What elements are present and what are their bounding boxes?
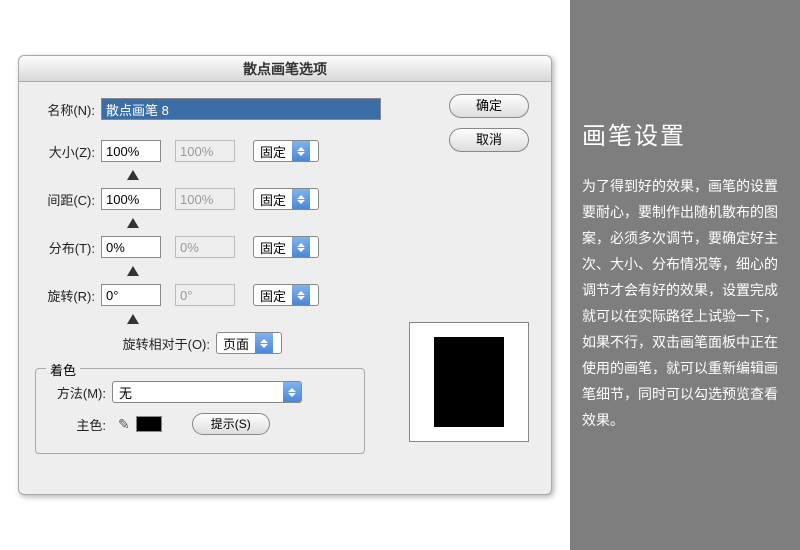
slider-thumb-icon bbox=[127, 314, 139, 324]
rotate-relative-select[interactable]: 页面 bbox=[216, 332, 282, 354]
slider-thumb-icon bbox=[127, 218, 139, 228]
method-row: 方法(M): 无 bbox=[46, 379, 354, 405]
rotation-mode-select[interactable]: 固定 bbox=[253, 284, 319, 306]
scatter-slider[interactable] bbox=[103, 266, 163, 278]
scatter-brush-options-dialog: 散点画笔选项 确定 取消 名称(N): 大小(Z): 固定 间距(C): bbox=[18, 55, 552, 495]
spacing-mode-value: 固定 bbox=[254, 190, 292, 209]
dropdown-arrow-icon bbox=[292, 285, 310, 305]
method-select[interactable]: 无 bbox=[112, 381, 302, 403]
size-label: 大小(Z): bbox=[35, 142, 95, 161]
rotate-relative-value: 页面 bbox=[217, 334, 255, 353]
rotate-relative-label: 旋转相对于(O): bbox=[35, 334, 210, 353]
colorize-fieldset: 着色 方法(M): 无 主色: ✎ 提示(S) bbox=[35, 368, 365, 454]
spacing-mode-select[interactable]: 固定 bbox=[253, 188, 319, 210]
scatter-mode-value: 固定 bbox=[254, 238, 292, 257]
dropdown-arrow-icon bbox=[283, 382, 301, 402]
spacing-input-1[interactable] bbox=[101, 188, 161, 210]
keycolor-row: 主色: ✎ 提示(S) bbox=[46, 411, 354, 437]
spacing-slider[interactable] bbox=[103, 218, 163, 230]
method-value: 无 bbox=[113, 383, 283, 402]
rotation-slider[interactable] bbox=[103, 314, 163, 326]
size-input-2 bbox=[175, 140, 235, 162]
side-title: 画笔设置 bbox=[582, 116, 782, 151]
side-panel: 画笔设置 为了得到好的效果，画笔的设置要耐心，要制作出随机散布的图案，必须多次调… bbox=[582, 116, 782, 433]
ok-button[interactable]: 确定 bbox=[449, 94, 529, 118]
scatter-input-1[interactable] bbox=[101, 236, 161, 258]
dropdown-arrow-icon bbox=[292, 189, 310, 209]
brush-preview bbox=[409, 322, 529, 442]
dropdown-arrow-icon bbox=[292, 141, 310, 161]
name-label: 名称(N): bbox=[35, 100, 95, 119]
scatter-row: 分布(T): 固定 bbox=[35, 234, 535, 260]
colorize-legend: 着色 bbox=[46, 360, 80, 379]
size-mode-select[interactable]: 固定 bbox=[253, 140, 319, 162]
preview-shape bbox=[434, 337, 504, 427]
eyedropper-icon[interactable]: ✎ bbox=[118, 416, 130, 433]
dropdown-arrow-icon bbox=[292, 237, 310, 257]
slider-thumb-icon bbox=[127, 170, 139, 180]
side-body: 为了得到好的效果，画笔的设置要耐心，要制作出随机散布的图案，必须多次调节，要确定… bbox=[582, 173, 782, 433]
method-label: 方法(M): bbox=[46, 383, 106, 402]
scatter-input-2 bbox=[175, 236, 235, 258]
dropdown-arrow-icon bbox=[255, 333, 273, 353]
scatter-mode-select[interactable]: 固定 bbox=[253, 236, 319, 258]
size-input-1[interactable] bbox=[101, 140, 161, 162]
cancel-button[interactable]: 取消 bbox=[449, 128, 529, 152]
slider-thumb-icon bbox=[127, 266, 139, 276]
scatter-label: 分布(T): bbox=[35, 238, 95, 257]
dialog-body: 确定 取消 名称(N): 大小(Z): 固定 间距(C): bbox=[19, 82, 551, 468]
rotation-input-1[interactable] bbox=[101, 284, 161, 306]
tips-button[interactable]: 提示(S) bbox=[192, 413, 270, 435]
spacing-label: 间距(C): bbox=[35, 190, 95, 209]
keycolor-label: 主色: bbox=[46, 415, 106, 434]
rotation-mode-value: 固定 bbox=[254, 286, 292, 305]
dialog-buttons: 确定 取消 bbox=[449, 94, 529, 152]
dialog-title: 散点画笔选项 bbox=[19, 56, 551, 82]
rotation-row: 旋转(R): 固定 bbox=[35, 282, 535, 308]
spacing-input-2 bbox=[175, 188, 235, 210]
rotation-input-2 bbox=[175, 284, 235, 306]
keycolor-swatch[interactable] bbox=[136, 416, 162, 432]
name-input[interactable] bbox=[101, 98, 381, 120]
size-slider[interactable] bbox=[103, 170, 163, 182]
spacing-row: 间距(C): 固定 bbox=[35, 186, 535, 212]
rotation-label: 旋转(R): bbox=[35, 286, 95, 305]
size-mode-value: 固定 bbox=[254, 142, 292, 161]
